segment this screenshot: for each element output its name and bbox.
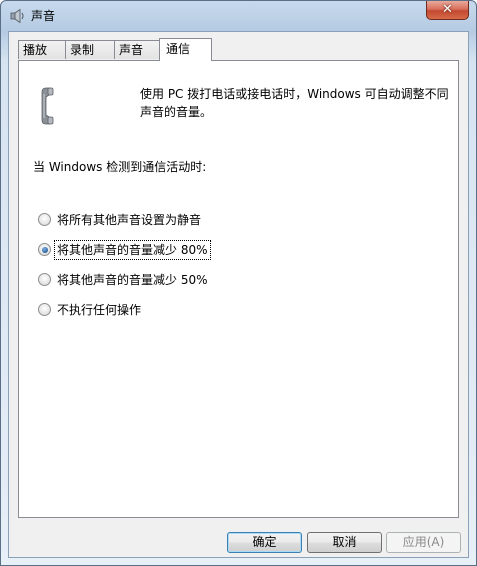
radio-button[interactable] (38, 213, 51, 226)
tab-sounds[interactable]: 声音 (114, 40, 161, 59)
radio-button-selected[interactable] (38, 243, 51, 256)
communications-panel: 使用 PC 拨打电话或接电话时，Windows 可自动调整不同声音的音量。 当 … (18, 60, 459, 518)
ok-button[interactable]: 确定 (227, 532, 302, 553)
speaker-icon (10, 8, 24, 24)
close-icon: ✕ (442, 2, 453, 17)
dialog-client-area: 播放 录制 声音 通信 使用 PC 拨打电话或接电话时，Windows 可自动调… (8, 31, 469, 558)
option-label: 将其他声音的音量减少 50% (57, 273, 208, 287)
option-label: 不执行任何操作 (57, 303, 142, 317)
radio-button[interactable] (38, 303, 51, 316)
cancel-button[interactable]: 取消 (307, 532, 382, 553)
radio-button[interactable] (38, 273, 51, 286)
detection-heading: 当 Windows 检测到通信活动时: (33, 160, 207, 174)
tab-playback[interactable]: 播放 (18, 40, 66, 59)
close-button[interactable]: ✕ (426, 1, 469, 20)
option-label: 将其他声音的音量减少 80% (54, 240, 211, 260)
sound-dialog-window: 声音 ✕ 播放 录制 声音 通信 使用 PC 拨打电话或接电话时，Windows… (0, 0, 477, 566)
tab-communications[interactable]: 通信 (159, 38, 212, 61)
apply-button[interactable]: 应用(A) (386, 532, 461, 553)
title-bar[interactable]: 声音 ✕ (1, 1, 476, 31)
telephone-handset-icon (41, 87, 54, 125)
description-text: 使用 PC 拨打电话或接电话时，Windows 可自动调整不同声音的音量。 (140, 87, 449, 119)
window-title: 声音 (31, 9, 56, 23)
tab-recording[interactable]: 录制 (65, 40, 115, 59)
option-label: 将所有其他声音设置为静音 (57, 213, 202, 227)
